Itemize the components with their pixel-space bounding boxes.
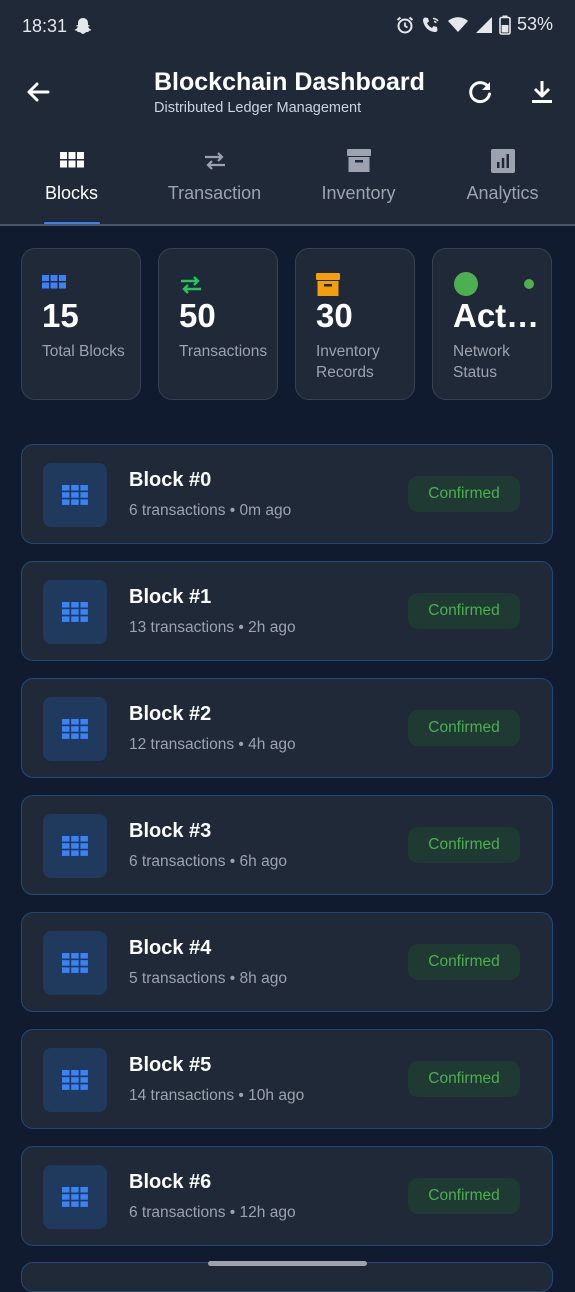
page-title: Blockchain Dashboard xyxy=(154,68,425,96)
block-title: Block #4 xyxy=(129,937,212,959)
block-meta: 14 transactions • 10h ago xyxy=(129,1087,305,1104)
online-indicator-icon xyxy=(524,279,534,289)
block-meta: 5 transactions • 8h ago xyxy=(129,970,287,987)
stat-card-network-status: Act… Network Status xyxy=(432,248,552,400)
blocks-grid-icon xyxy=(62,1070,88,1090)
back-arrow-icon[interactable] xyxy=(22,76,54,108)
stat-value: Act… xyxy=(453,297,540,334)
status-badge: Confirmed xyxy=(408,827,520,863)
swap-arrows-icon xyxy=(204,152,225,170)
block-card[interactable]: Block #1 13 transactions • 2h ago Confirme… xyxy=(21,561,553,661)
tab-blocks[interactable]: Blocks xyxy=(0,134,143,226)
block-title: Block #0 xyxy=(129,469,212,491)
tab-label: Transaction xyxy=(167,183,262,203)
tab-label: Analytics xyxy=(466,183,539,203)
blocks-grid-icon xyxy=(62,953,88,973)
status-badge: Confirmed xyxy=(408,710,520,746)
block-card[interactable]: Block #5 14 transactions • 10h ago Confirm… xyxy=(21,1029,553,1129)
download-icon[interactable] xyxy=(526,76,558,108)
blocks-grid-icon xyxy=(62,485,88,505)
battery-percent: 53% xyxy=(516,14,553,34)
signal-icon xyxy=(475,16,492,33)
status-badge: Confirmed xyxy=(408,476,520,512)
stat-label: Transactions xyxy=(179,343,268,360)
status-badge: Confirmed xyxy=(408,1061,520,1097)
stat-value: 30 xyxy=(316,297,353,334)
app-bar: Blockchain Dashboard Distributed Ledger … xyxy=(0,54,575,134)
block-card[interactable]: Block #3 6 transactions • 6h ago Confirmed xyxy=(21,795,553,895)
block-icon-tile xyxy=(43,697,107,761)
block-card[interactable]: Block #2 12 transactions • 4h ago Confirme… xyxy=(21,678,553,778)
blocks-grid-icon xyxy=(62,1187,88,1207)
stat-label: Network Status xyxy=(453,343,510,381)
archive-box-icon xyxy=(346,149,371,172)
blocks-grid-icon xyxy=(62,602,88,622)
status-time: 18:31 xyxy=(22,16,68,36)
tab-inventory[interactable]: Inventory xyxy=(287,134,430,226)
status-badge: Confirmed xyxy=(408,1178,520,1214)
block-title: Block #5 xyxy=(129,1054,212,1076)
page-subtitle: Distributed Ledger Management xyxy=(154,100,362,116)
block-card[interactable]: Block #6 6 transactions • 12h ago Confirme… xyxy=(21,1146,553,1246)
wifi-icon xyxy=(447,16,468,32)
alarm-icon xyxy=(396,16,414,33)
tab-transactions[interactable]: Transaction xyxy=(143,134,286,226)
tab-label: Blocks xyxy=(44,183,98,203)
stat-label: Total Blocks xyxy=(42,343,125,360)
status-dot-icon xyxy=(454,272,478,296)
block-meta: 6 transactions • 0m ago xyxy=(129,502,292,519)
stat-value: 50 xyxy=(179,297,216,334)
top-bar: 18:31 53% Blockchain Dashboard Distribut… xyxy=(0,0,575,226)
tab-analytics[interactable]: Analytics xyxy=(431,134,574,226)
refresh-icon[interactable] xyxy=(464,76,496,108)
stat-card-transactions: 50 Transactions xyxy=(158,248,278,400)
block-card-partial[interactable] xyxy=(21,1262,553,1292)
block-meta: 12 transactions • 4h ago xyxy=(129,736,296,753)
stat-value: 15 xyxy=(42,297,79,334)
block-icon-tile xyxy=(43,931,107,995)
status-bar: 18:31 53% xyxy=(0,0,575,54)
status-icons: 53% xyxy=(395,14,553,35)
block-title: Block #3 xyxy=(129,820,212,842)
archive-box-icon xyxy=(316,273,340,296)
block-title: Block #2 xyxy=(129,703,212,725)
status-badge: Confirmed xyxy=(408,944,520,980)
block-meta: 6 transactions • 6h ago xyxy=(129,853,287,870)
stat-card-inventory-records: 30 Inventory Records xyxy=(295,248,415,400)
block-meta: 13 transactions • 2h ago xyxy=(129,619,296,636)
block-icon-tile xyxy=(43,1165,107,1229)
block-icon-tile xyxy=(43,1048,107,1112)
block-title: Block #1 xyxy=(129,586,212,608)
tab-bar: Blocks Transaction Inventory Analytics xyxy=(0,134,575,226)
blocks-grid-icon xyxy=(42,275,66,289)
stat-card-total-blocks: 15 Total Blocks xyxy=(21,248,141,400)
bar-chart-icon xyxy=(490,149,515,173)
block-icon-tile xyxy=(43,814,107,878)
block-card[interactable]: Block #4 5 transactions • 8h ago Confirmed xyxy=(21,912,553,1012)
block-meta: 6 transactions • 12h ago xyxy=(129,1204,296,1221)
blocks-grid-icon xyxy=(62,836,88,856)
home-indicator xyxy=(208,1261,367,1266)
divider xyxy=(0,224,575,226)
tab-label: Inventory xyxy=(321,183,396,203)
block-card[interactable]: Block #0 6 transactions • 0m ago Confirmed xyxy=(21,444,553,544)
blocks-grid-icon xyxy=(59,152,84,168)
wifi-call-icon xyxy=(422,17,439,32)
status-badge: Confirmed xyxy=(408,593,520,629)
blocks-grid-icon xyxy=(62,719,88,739)
block-icon-tile xyxy=(43,463,107,527)
block-title: Block #6 xyxy=(129,1171,212,1193)
swap-arrows-icon xyxy=(181,276,201,294)
battery-icon xyxy=(499,15,511,35)
snapchat-ghost-icon xyxy=(74,18,92,34)
stat-label: Inventory Records xyxy=(316,343,380,381)
block-icon-tile xyxy=(43,580,107,644)
